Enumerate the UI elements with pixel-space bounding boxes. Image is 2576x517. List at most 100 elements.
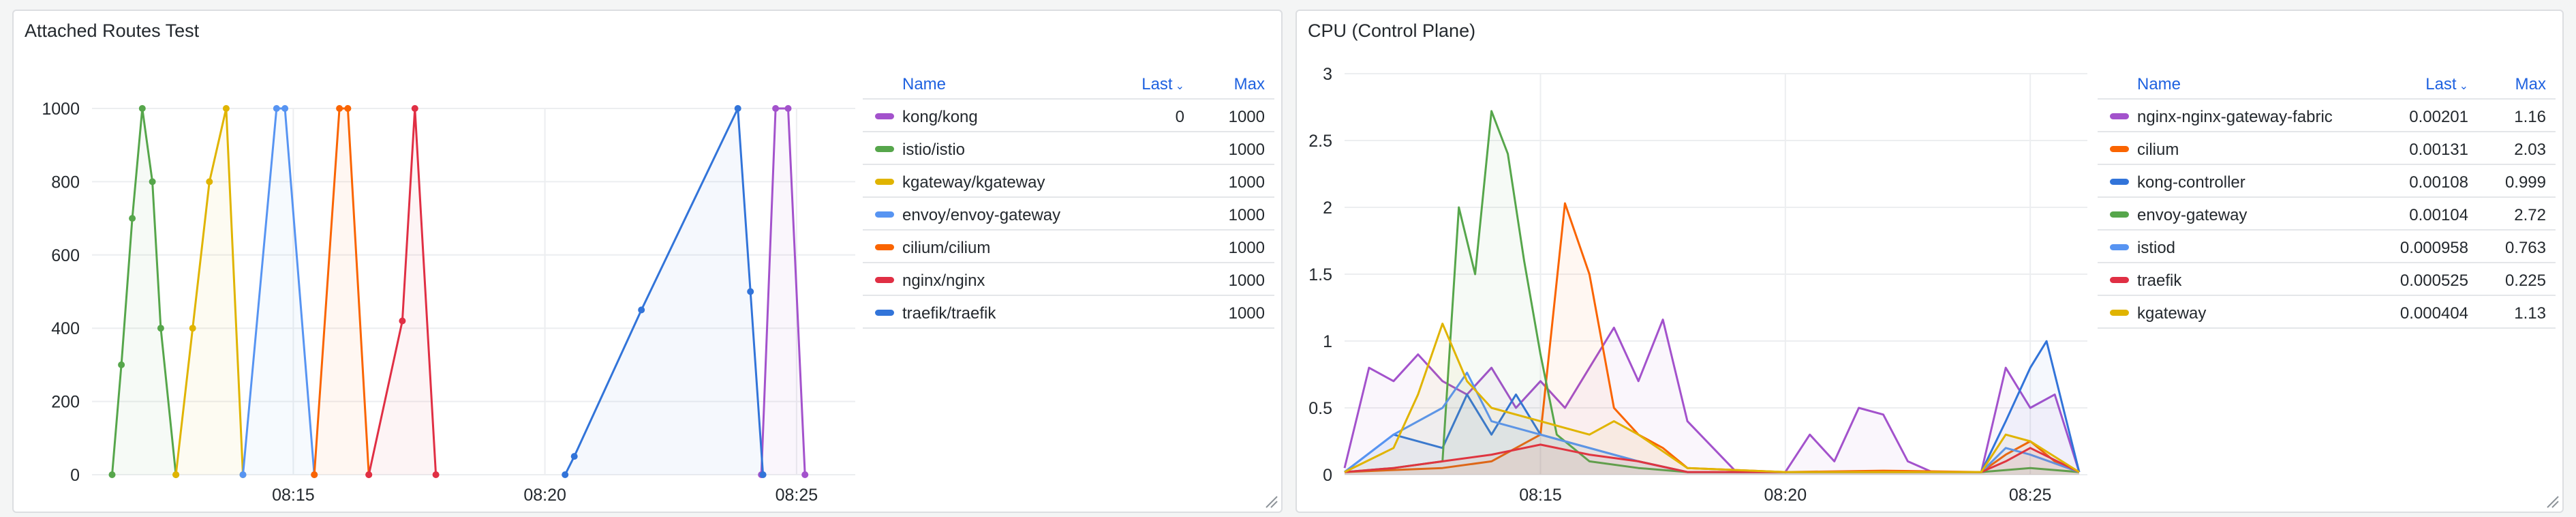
- legend-name: cilium/cilium: [902, 239, 991, 257]
- y-tick-label: 200: [51, 393, 80, 412]
- legend-header-last-label: Last: [2425, 75, 2457, 93]
- legend-max: 0.999: [2504, 173, 2546, 192]
- attached-routes-panel: Attached Routes Test 0 200 400 600 800 1000 08…: [12, 10, 1283, 513]
- data-point: [311, 471, 318, 478]
- legend-max: 2.72: [2514, 206, 2546, 224]
- series-color-swatch: [2110, 211, 2129, 218]
- legend-row[interactable]: istiod 0.000958 0.763: [2098, 231, 2556, 263]
- legend-name: envoy/envoy-gateway: [902, 206, 1061, 224]
- data-point: [772, 105, 780, 112]
- legend-max: 1000: [1228, 239, 1265, 257]
- legend-row[interactable]: kong/kong 0 1000: [863, 100, 1274, 132]
- legend-name: kong/kong: [902, 108, 978, 126]
- series-area: [112, 108, 177, 475]
- legend-row[interactable]: kgateway/kgateway 1000: [863, 165, 1274, 198]
- data-point: [747, 288, 754, 295]
- series-color-swatch: [875, 113, 894, 119]
- data-point: [432, 471, 440, 478]
- x-tick-label: 08:25: [776, 486, 818, 505]
- data-point: [638, 306, 645, 314]
- legend-rows: nginx-nginx-gateway-fabric 0.00201 1.16 cil…: [2098, 100, 2556, 329]
- legend-row[interactable]: nginx-nginx-gateway-fabric 0.00201 1.16: [2098, 100, 2556, 132]
- legend-last: 0: [1175, 108, 1184, 126]
- legend-last: 0.000525: [2399, 271, 2468, 290]
- series-color-swatch: [2110, 179, 2129, 185]
- x-tick-label: 08:25: [2009, 486, 2052, 505]
- data-point: [801, 471, 809, 478]
- data-point: [189, 325, 196, 332]
- legend-name: traefik: [2137, 271, 2182, 290]
- legend-max: 2.03: [2514, 141, 2546, 159]
- legend-max: 1000: [1228, 206, 1265, 224]
- data-point: [118, 361, 125, 368]
- series-color-swatch: [875, 211, 894, 218]
- series-area: [314, 108, 369, 475]
- legend-row[interactable]: traefik/traefik 1000: [863, 296, 1274, 329]
- data-point: [129, 215, 136, 222]
- resize-handle-icon[interactable]: [2545, 494, 2560, 509]
- legend-name: istiod: [2137, 239, 2176, 257]
- legend-last: 0.000404: [2399, 304, 2468, 323]
- data-point: [157, 325, 164, 332]
- y-tick-label: 3: [1323, 65, 1332, 84]
- legend-header-name[interactable]: Name: [2137, 75, 2181, 94]
- resize-handle-icon[interactable]: [1263, 494, 1278, 509]
- y-tick-label: 400: [51, 319, 80, 338]
- data-point: [336, 105, 343, 112]
- data-point: [399, 317, 406, 325]
- legend-row[interactable]: envoy-gateway 0.00104 2.72: [2098, 198, 2556, 231]
- legend-row[interactable]: istio/istio 1000: [863, 132, 1274, 165]
- data-point: [365, 471, 373, 478]
- legend-rows: kong/kong 0 1000 istio/istio 1000 kgateway/kg…: [863, 100, 1274, 329]
- legend-max: 0.763: [2504, 239, 2546, 257]
- series-color-swatch: [2110, 310, 2129, 316]
- cpu-control-plane-panel: CPU (Control Plane) 0 0.5 1 1.5 2 2.5 3 08:15 08…: [1295, 10, 2564, 513]
- y-tick-label: 2: [1323, 198, 1332, 218]
- legend-header: Name Last ⌄ Max: [863, 67, 1274, 100]
- legend-table: Name Last ⌄ Max kong/kong 0 1000 istio/istio…: [863, 67, 1274, 329]
- legend-header-max[interactable]: Max: [2515, 75, 2546, 94]
- x-tick-label: 08:15: [1519, 486, 1562, 505]
- legend-row[interactable]: kong-controller 0.00108 0.999: [2098, 165, 2556, 198]
- legend-name: envoy-gateway: [2137, 206, 2248, 224]
- legend-header-last[interactable]: Last ⌄: [1141, 75, 1184, 94]
- legend-max: 1000: [1228, 304, 1265, 323]
- series-area: [243, 108, 315, 475]
- data-point: [570, 453, 578, 460]
- legend-row[interactable]: kgateway 0.000404 1.13: [2098, 296, 2556, 329]
- cpu-control-plane-chart[interactable]: 0 0.5 1 1.5 2 2.5 3 08:15 08:20 08:25: [1297, 11, 2091, 509]
- series-color-swatch: [875, 244, 894, 250]
- y-tick-label: 0.5: [1308, 399, 1332, 418]
- series-color-swatch: [2110, 146, 2129, 152]
- attached-routes-chart[interactable]: 0 200 400 600 800 1000 08:15 08:20 08:25: [14, 11, 859, 509]
- y-tick-label: 1: [1323, 332, 1332, 351]
- series-color-swatch: [2110, 113, 2129, 119]
- series-color-swatch: [875, 179, 894, 185]
- x-tick-label: 08:20: [523, 486, 566, 505]
- legend-table: Name Last ⌄ Max nginx-nginx-gateway-fabri…: [2098, 67, 2556, 329]
- legend-row[interactable]: cilium/cilium 1000: [863, 231, 1274, 263]
- legend-row[interactable]: nginx/nginx 1000: [863, 263, 1274, 296]
- y-tick-label: 600: [51, 246, 80, 265]
- series-color-swatch: [875, 277, 894, 283]
- y-tick-label: 800: [51, 173, 80, 192]
- legend-name: istio/istio: [902, 141, 966, 159]
- data-point: [108, 471, 116, 478]
- legend-row[interactable]: traefik 0.000525 0.225: [2098, 263, 2556, 296]
- series-color-swatch: [2110, 244, 2129, 250]
- legend-header-max[interactable]: Max: [1234, 75, 1265, 94]
- legend-row[interactable]: cilium 0.00131 2.03: [2098, 132, 2556, 165]
- legend-header-name[interactable]: Name: [902, 75, 946, 94]
- data-point: [784, 105, 792, 112]
- legend-max: 1.16: [2514, 108, 2546, 126]
- legend-max: 1000: [1228, 108, 1265, 126]
- legend-row[interactable]: envoy/envoy-gateway 1000: [863, 198, 1274, 231]
- legend-name: kgateway: [2137, 304, 2207, 323]
- legend-header-last[interactable]: Last ⌄: [2425, 75, 2468, 94]
- legend-header: Name Last ⌄ Max: [2098, 67, 2556, 100]
- chevron-down-icon: ⌄: [1175, 80, 1184, 92]
- legend-name: nginx/nginx: [902, 271, 985, 290]
- legend-last: 0.000958: [2399, 239, 2468, 257]
- legend-last: 0.00104: [2409, 206, 2468, 224]
- data-point: [149, 178, 156, 186]
